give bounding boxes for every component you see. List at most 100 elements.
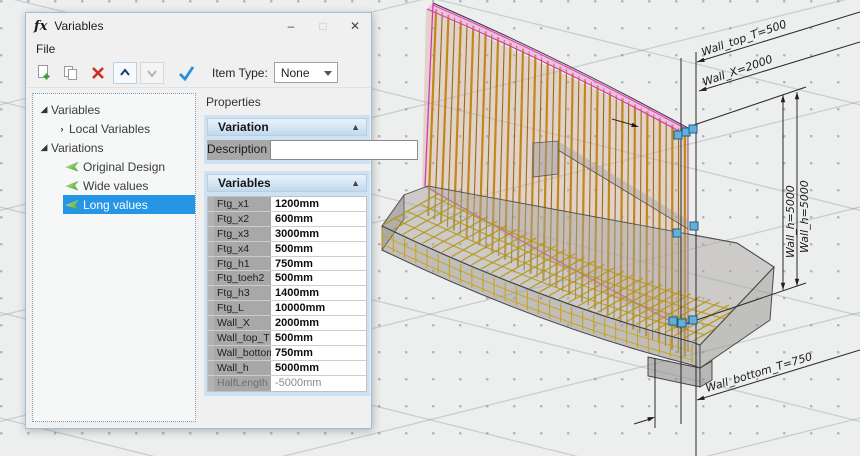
tree-item[interactable]: Wide values — [63, 176, 195, 195]
description-label: Description — [207, 140, 270, 160]
variable-row: Ftg_h3 1400mm — [208, 286, 366, 301]
tree-item[interactable]: Local Variables — [53, 119, 195, 138]
variable-row: Ftg_toeh2 500mm — [208, 271, 366, 286]
move-down-button[interactable] — [140, 62, 164, 84]
copy-icon — [62, 64, 80, 82]
collapse-caret-icon[interactable]: ▲ — [351, 122, 360, 132]
variable-row: Wall_top_T 500mm — [208, 331, 366, 346]
selection-handle[interactable] — [669, 317, 677, 325]
tree-item-label: Variations — [51, 141, 103, 155]
variables-group-header[interactable]: Variables ▲ — [207, 174, 367, 192]
variable-name-cell: Ftg_h3 — [214, 286, 271, 300]
variable-value-cell[interactable]: 500mm — [271, 331, 366, 345]
toolbar: Item Type: None — [26, 58, 371, 88]
tree-expander-icon[interactable] — [37, 104, 51, 115]
variable-row: Ftg_x1 1200mm — [208, 197, 366, 212]
variable-row: Wall_X 2000mm — [208, 316, 366, 331]
minimize-button[interactable]: – — [275, 13, 307, 39]
apply-button[interactable] — [175, 62, 199, 84]
tree-item[interactable]: Long values — [63, 195, 195, 214]
variation-group-header[interactable]: Variation ▲ — [207, 118, 367, 136]
variables-dialog: fx Variables – □ ✕ File — [25, 12, 372, 429]
variable-value-cell[interactable]: 500mm — [271, 242, 366, 256]
properties-label: Properties — [206, 95, 370, 109]
variable-value-cell[interactable]: 1400mm — [271, 286, 366, 300]
collapse-caret-icon[interactable]: ▲ — [351, 178, 360, 188]
tree-item[interactable]: Variations — [35, 138, 195, 157]
variable-name-cell: Wall_X — [214, 316, 271, 330]
tree-expander-icon[interactable] — [55, 124, 69, 134]
new-variable-button[interactable] — [32, 62, 56, 84]
close-button[interactable]: ✕ — [339, 13, 371, 39]
desktop: { "window": { "title": "Variables", "ico… — [0, 0, 860, 456]
variable-row: Ftg_x2 600mm — [208, 212, 366, 227]
menu-bar: File — [26, 39, 371, 58]
variable-value-cell[interactable]: 2000mm — [271, 316, 366, 330]
variable-name-cell: Wall_h — [214, 361, 271, 375]
delete-x-icon — [89, 64, 107, 82]
selection-handle[interactable] — [689, 125, 697, 133]
properties-panel: Properties Variation ▲ Description Varia… — [204, 95, 370, 403]
dim-label-wall-h-inner: Wall_h=5000 — [784, 185, 797, 258]
chevron-down-icon — [143, 65, 161, 81]
selection-handle[interactable] — [673, 229, 681, 237]
variable-row: HalfLength -5000mm — [208, 376, 366, 391]
variable-value-cell[interactable]: 600mm — [271, 212, 366, 226]
variables-table: Ftg_x1 1200mm Ftg_x2 600mm Ftg_x3 3000mm… — [207, 196, 367, 392]
variable-row: Ftg_x3 3000mm — [208, 227, 366, 242]
selection-handle[interactable] — [678, 319, 686, 327]
variation-group: Variation ▲ Description — [204, 115, 370, 164]
delete-button[interactable] — [86, 62, 110, 84]
variable-row: Wall_bottom_T 750mm — [208, 346, 366, 361]
variation-icon — [65, 162, 79, 172]
menu-file[interactable]: File — [26, 42, 65, 56]
variable-value-cell[interactable]: 10000mm — [271, 301, 366, 315]
item-type-select[interactable]: None — [274, 62, 338, 83]
variation-icon — [65, 181, 79, 191]
variable-row: Ftg_x4 500mm — [208, 242, 366, 257]
title-bar[interactable]: fx Variables – □ ✕ — [26, 13, 371, 39]
variable-value-cell[interactable]: 750mm — [271, 346, 366, 360]
variable-value-cell[interactable]: -5000mm — [271, 376, 366, 391]
variable-value-cell[interactable]: 3000mm — [271, 227, 366, 241]
dim-label-wall-x: Wall_X=2000 — [701, 53, 775, 89]
variable-name-cell: Ftg_x3 — [214, 227, 271, 241]
window-title: Variables — [54, 19, 275, 33]
tree-expander-icon[interactable] — [37, 142, 51, 153]
variable-name-cell: Wall_bottom_T — [214, 346, 271, 360]
variable-value-cell[interactable]: 500mm — [271, 271, 366, 285]
tree-item-label: Variables — [51, 103, 100, 117]
variable-name-cell: Wall_top_T — [214, 331, 271, 345]
variable-value-cell[interactable]: 5000mm — [271, 361, 366, 375]
variable-name-cell: HalfLength — [214, 376, 271, 391]
footing-step-block — [533, 141, 558, 177]
selection-handle[interactable] — [674, 131, 682, 139]
variable-row: Ftg_h1 750mm — [208, 257, 366, 272]
fx-icon: fx — [34, 19, 47, 34]
copy-button[interactable] — [59, 62, 83, 84]
selection-handle[interactable] — [690, 222, 698, 230]
item-type-label: Item Type: — [212, 66, 268, 80]
variable-value-cell[interactable]: 750mm — [271, 257, 366, 271]
selection-handle[interactable] — [689, 316, 697, 324]
variable-name-cell: Ftg_x1 — [214, 197, 271, 211]
move-up-button[interactable] — [113, 62, 137, 84]
variable-name-cell: Ftg_L — [214, 301, 271, 315]
variation-header-label: Variation — [218, 120, 269, 134]
maximize-button[interactable]: □ — [307, 13, 339, 39]
chevron-up-icon — [116, 65, 134, 81]
variable-name-cell: Ftg_toeh2 — [214, 271, 271, 285]
tree-item-label: Original Design — [83, 160, 165, 174]
dim-label-wall-h-outer: Wall_h=5000 — [798, 180, 811, 253]
tree-item[interactable]: Original Design — [63, 157, 195, 176]
variables-tree[interactable]: Variables Local Variables Variations Ori… — [32, 93, 196, 422]
description-input[interactable] — [270, 140, 418, 160]
dim-label-wall-bottom-t: Wall_bottom_T=750 — [704, 350, 814, 395]
variable-row: Wall_h 5000mm — [208, 361, 366, 376]
tree-item-label: Wide values — [83, 179, 148, 193]
variable-name-cell: Ftg_h1 — [214, 257, 271, 271]
variation-icon — [65, 200, 79, 210]
variable-value-cell[interactable]: 1200mm — [271, 197, 366, 211]
item-type-value: None — [281, 66, 310, 80]
tree-item[interactable]: Variables — [35, 100, 195, 119]
